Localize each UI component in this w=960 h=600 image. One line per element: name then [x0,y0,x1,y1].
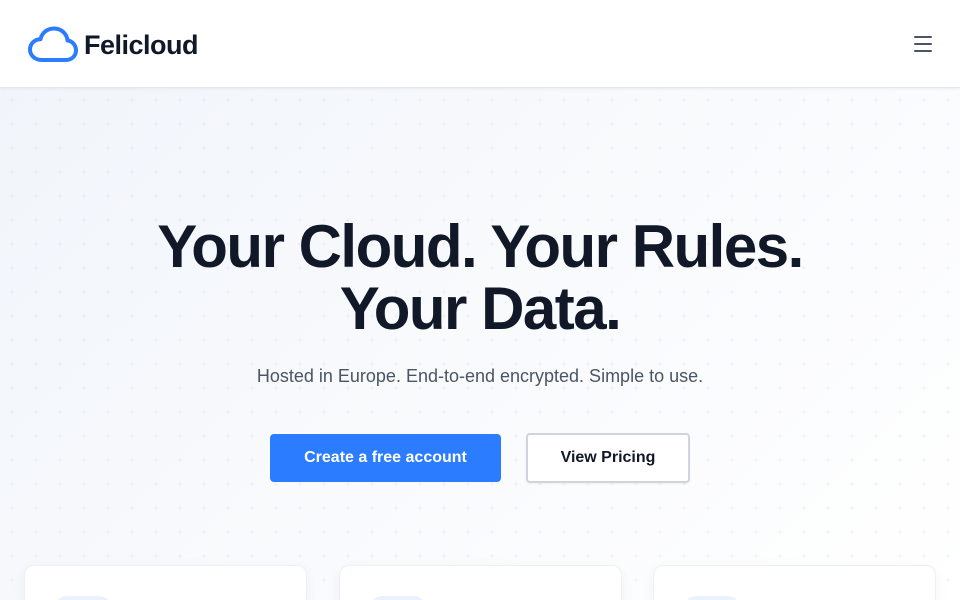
cta-group: Create a free account View Pricing [0,433,960,483]
hero-title-line-1: Your Cloud. Your Rules. [157,213,804,280]
feature-icon [369,596,426,600]
hamburger-icon[interactable] [914,36,934,52]
feature-card [338,565,622,600]
menu-bar [914,43,932,45]
hero-section: Your Cloud. Your Rules. Your Data. Hoste… [0,88,960,600]
dot-pattern-background [0,88,960,600]
feature-card [24,565,307,600]
view-pricing-button[interactable]: View Pricing [526,433,690,483]
feature-icon [55,596,111,600]
site-header: Felicloud [0,0,960,88]
hero-title: Your Cloud. Your Rules. Your Data. [0,216,960,340]
menu-bar [914,36,932,38]
menu-bar [914,50,932,52]
feature-icon [684,596,740,600]
hero-title-line-2: Your Data. [339,275,622,342]
brand-name: Felicloud [84,29,199,60]
feature-card [653,565,936,600]
create-account-button[interactable]: Create a free account [270,434,501,482]
feature-cards [24,565,936,600]
hero-subtitle: Hosted in Europe. End-to-end encrypted. … [256,366,704,386]
brand-logo-link[interactable]: Felicloud [28,26,199,64]
cloud-icon [28,26,78,62]
